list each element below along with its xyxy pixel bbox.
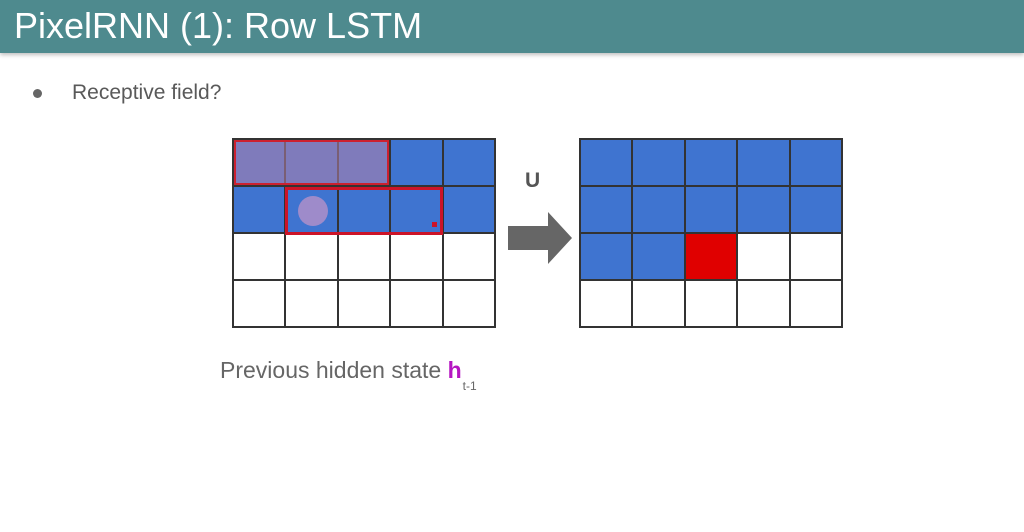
grid-cell-blue xyxy=(443,140,496,187)
grid-cell-blue xyxy=(581,187,634,234)
grid-cell-white xyxy=(443,281,496,328)
grid-cell-white xyxy=(581,281,634,328)
grid-cell-blue xyxy=(790,187,843,234)
grid-cell-blue xyxy=(685,187,739,234)
hidden-state-symbol: h xyxy=(447,357,462,383)
grid-cell-blue xyxy=(633,187,686,234)
grid-cell-white xyxy=(790,281,843,328)
grid-cell-white xyxy=(338,234,392,281)
grid-cell-red xyxy=(685,234,739,281)
receptive-field-blob xyxy=(298,196,328,226)
grid-cell-blue xyxy=(633,140,686,187)
grid-cell-white xyxy=(286,234,339,281)
title-bar: PixelRNN (1): Row LSTM xyxy=(0,0,1024,53)
grid-cell-white xyxy=(790,234,843,281)
grid-cell-white xyxy=(443,234,496,281)
right-arrow-icon xyxy=(508,212,572,269)
grid-cell-blue xyxy=(685,140,739,187)
receptive-field-marker xyxy=(432,222,437,227)
grid-cell-blue xyxy=(443,187,496,234)
grid-cell-white xyxy=(234,234,287,281)
arrow-label: U xyxy=(525,169,541,192)
grid-cell-blue xyxy=(738,187,791,234)
grid-cell-white xyxy=(738,281,791,328)
receptive-field-top-highlight xyxy=(234,140,389,185)
grid-cell-blue xyxy=(633,234,686,281)
grid-cell-white xyxy=(234,281,287,328)
bullet-text: Receptive field? xyxy=(72,81,222,104)
grid-cell-blue xyxy=(790,140,843,187)
hidden-state-subscript: t-1 xyxy=(462,379,477,393)
slide-title: PixelRNN (1): Row LSTM xyxy=(14,5,423,46)
grid-cell-white xyxy=(633,281,686,328)
caption: Previous hidden state ht-1 xyxy=(220,356,477,393)
grid-cell-blue xyxy=(738,140,791,187)
grid-cell-white xyxy=(338,281,392,328)
grid-cell-blue xyxy=(581,140,634,187)
grid-cell-white xyxy=(286,281,339,328)
grid-cell-white xyxy=(685,281,739,328)
grid-cell-blue xyxy=(581,234,634,281)
grid-cell-blue xyxy=(234,187,287,234)
grid-cell-white xyxy=(738,234,791,281)
bullet-point-icon xyxy=(33,89,42,98)
right-grid xyxy=(579,138,843,328)
grid-cell-white xyxy=(391,234,444,281)
grid-cell-blue xyxy=(391,140,444,187)
caption-text: Previous hidden state xyxy=(220,357,448,383)
grid-cell-white xyxy=(391,281,444,328)
